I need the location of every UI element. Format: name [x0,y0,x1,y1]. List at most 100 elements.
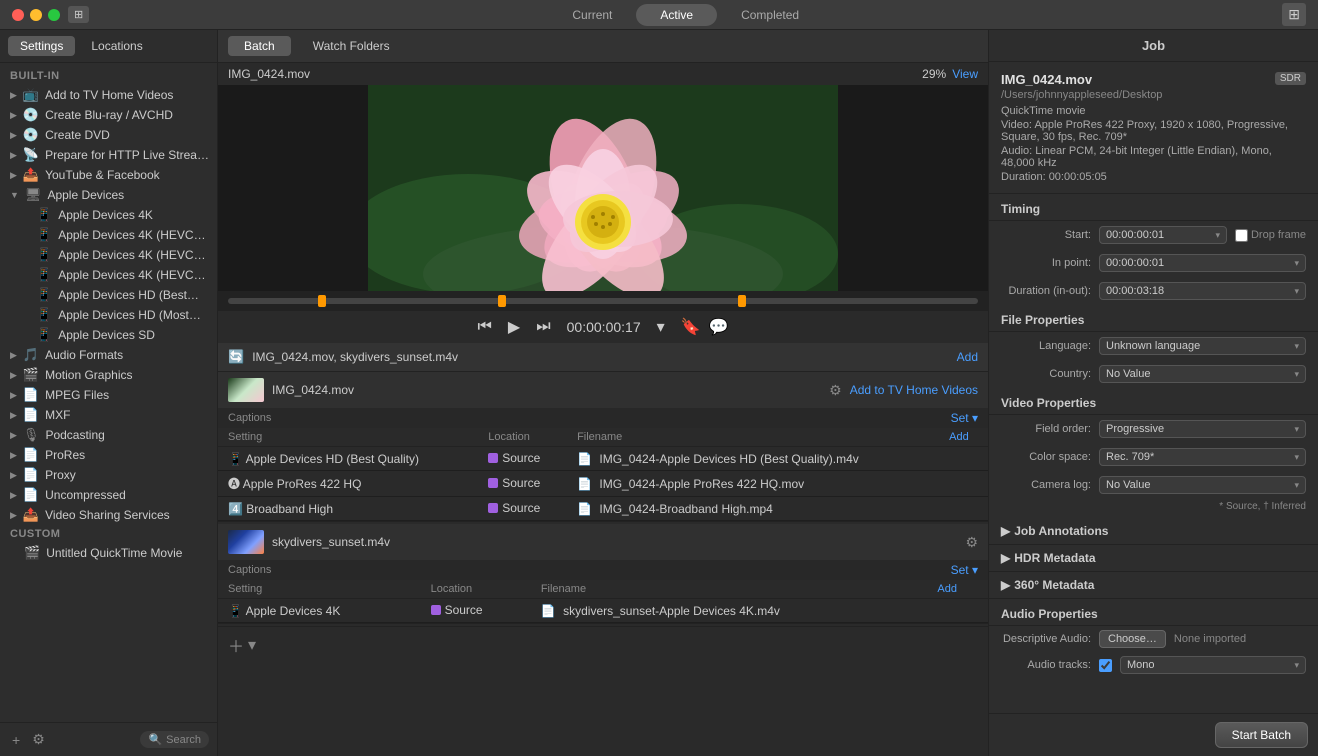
360-metadata-section[interactable]: ▶ 360° Metadata [989,572,1318,599]
sidebar-item-audio[interactable]: ▶ 🎵 Audio Formats [0,345,217,365]
col-add-1[interactable]: Add [939,428,988,447]
tab-batch[interactable]: Batch [228,36,291,56]
bookmark-button[interactable]: 🔖 [681,317,701,337]
sidebar-item-tv-home[interactable]: ▶ 📺 Add to TV Home Videos [0,85,217,105]
layout-button[interactable]: ⊞ [1282,3,1306,26]
language-select[interactable]: Unknown language ▾ [1099,337,1306,355]
add-to-batch-button[interactable]: Add [957,350,978,364]
f2row1-setting: 📱 Apple Devices 4K [218,599,421,623]
play-button[interactable]: ▶ [508,317,520,337]
broadband-icon: 4️⃣ [228,502,243,516]
close-button[interactable] [12,9,24,21]
go-to-start-button[interactable]: ⏮ [478,318,492,336]
camera-log-select[interactable]: No Value ▾ [1099,476,1306,494]
choose-button[interactable]: Choose… [1099,630,1166,648]
sidebar-item-sd[interactable]: 📱 Apple Devices SD [0,325,217,345]
job-annotations-section[interactable]: ▶ Job Annotations [989,518,1318,545]
sidebar-item-uncompressed[interactable]: ▶ 📄 Uncompressed [0,485,217,505]
add-file-button[interactable]: ＋ [228,633,244,657]
sidebar-tab-locations[interactable]: Locations [79,36,154,56]
sidebar-item-prores[interactable]: ▶ 📄 ProRes [0,445,217,465]
file-action-1[interactable]: Add to TV Home Videos [850,383,978,397]
sidebar-footer: + ⚙ 🔍 Search [0,722,217,756]
sidebar-item-4k-hevc2[interactable]: 📱 Apple Devices 4K (HEVC… [0,245,217,265]
sidebar-toggle-button[interactable]: ⊞ [68,6,89,23]
sidebar-item-mpeg[interactable]: ▶ 📄 MPEG Files [0,385,217,405]
row1-setting: 📱 Apple Devices HD (Best Quality) [218,447,478,471]
timing-duration-row: Duration (in-out): 00:00:03:18 ▾ [989,277,1318,305]
go-to-end-button[interactable]: ⏭ [536,318,550,336]
traffic-lights [12,9,60,21]
uncomp-icon: 📄 [23,487,39,503]
col-location-2: Location [421,580,531,599]
hdr-metadata-section[interactable]: ▶ HDR Metadata [989,545,1318,572]
timeline-track[interactable] [228,298,978,304]
sidebar-item-bluray[interactable]: ▶ 💿 Create Blu-ray / AVCHD [0,105,217,125]
sidebar-item-http[interactable]: ▶ 📡 Prepare for HTTP Live Strea… [0,145,217,165]
timeline-marker-start [318,295,326,307]
sidebar-item-4k-hevc1[interactable]: 📱 Apple Devices 4K (HEVC… [0,225,217,245]
drop-frame-checkbox[interactable] [1235,229,1248,242]
expand-icon: ▶ [1001,578,1010,592]
inpoint-value[interactable]: 00:00:00:01 ▾ [1099,254,1306,272]
file-settings-button-2[interactable]: ⚙ [965,534,978,551]
timecode-dropdown[interactable]: ▾ [657,317,665,337]
sidebar-item-video-sharing[interactable]: ▶ 📤 Video Sharing Services [0,505,217,525]
captions-set-button-2[interactable]: Set ▾ [951,563,978,577]
tab-active[interactable]: Active [636,4,717,26]
sidebar-item-proxy[interactable]: ▶ 📄 Proxy [0,465,217,485]
cam-arrow: ▾ [1294,480,1299,491]
gear-button[interactable]: ⚙ [28,729,49,750]
field-order-select[interactable]: Progressive ▾ [1099,420,1306,438]
sidebar-item-hd-most[interactable]: 📱 Apple Devices HD (Most… [0,305,217,325]
chat-button[interactable]: 💬 [709,317,729,337]
mpeg-icon: 📄 [23,387,39,403]
captions-header-2: Captions Set ▾ [218,560,988,580]
file-settings-button-1[interactable]: ⚙ [829,382,842,399]
sidebar-tab-settings[interactable]: Settings [8,36,75,56]
tab-current[interactable]: Current [548,4,636,26]
color-space-select[interactable]: Rec. 709* ▾ [1099,448,1306,466]
audio-tracks-select[interactable]: Mono ▾ [1120,656,1306,674]
duration-value[interactable]: 00:00:03:18 ▾ [1099,282,1306,300]
expand-arrow: ▶ [10,390,17,401]
col-add-2[interactable]: Add [927,580,988,599]
minimize-button[interactable] [30,9,42,21]
col-setting-1: Setting [218,428,478,447]
add-preset-button[interactable]: + [8,729,24,750]
sidebar-item-hd-best[interactable]: 📱 Apple Devices HD (Best… [0,285,217,305]
start-batch-button[interactable]: Start Batch [1215,722,1308,748]
timeline-bar[interactable] [218,291,988,311]
sidebar-item-apple-devices[interactable]: ▼ 🖥 Apple Devices [0,185,217,205]
expand-button[interactable]: ▾ [248,635,256,655]
tab-completed[interactable]: Completed [717,4,823,26]
country-row: Country: No Value ▾ [989,360,1318,388]
phone-icon: 📱 [36,227,52,243]
sidebar-item-4k-hevc3[interactable]: 📱 Apple Devices 4K (HEVC… [0,265,217,285]
audio-tracks-label: Audio tracks: [1001,659,1091,671]
timing-start-row: Start: 00:00:00:01 ▾ Drop frame [989,221,1318,249]
expand-arrow: ▼ [10,190,19,200]
sidebar-item-podcasting[interactable]: ▶ 🎙 Podcasting [0,425,217,445]
sidebar-item-mxf[interactable]: ▶ 📄 MXF [0,405,217,425]
search-box[interactable]: 🔍 Search [140,731,209,748]
audio-tracks-checkbox[interactable] [1099,659,1112,672]
job-path: /Users/johnnyappleseed/Desktop [1001,89,1306,101]
sidebar-item-custom-qt[interactable]: 🎬 Untitled QuickTime Movie [0,543,217,563]
color-arrow: ▾ [1294,452,1299,463]
sidebar-item-youtube[interactable]: ▶ 📤 YouTube & Facebook [0,165,217,185]
expand-arrow: ▶ [10,430,17,441]
start-value[interactable]: 00:00:00:01 ▾ [1099,226,1227,244]
sidebar-item-4k[interactable]: 📱 Apple Devices 4K [0,205,217,225]
captions-set-button-1[interactable]: Set ▾ [951,411,978,425]
sidebar-item-motion[interactable]: ▶ 🎬 Motion Graphics [0,365,217,385]
tab-watch-folders[interactable]: Watch Folders [297,36,406,56]
country-select[interactable]: No Value ▾ [1099,365,1306,383]
maximize-button[interactable] [48,9,60,21]
sidebar-item-dvd[interactable]: ▶ 💿 Create DVD [0,125,217,145]
file-name-2: skydivers_sunset.m4v [272,535,957,549]
sidebar-footer-controls: + ⚙ [8,729,49,750]
view-button[interactable]: View [952,67,978,81]
field-order-row: Field order: Progressive ▾ [989,415,1318,443]
titlebar-right: ⊞ [1282,3,1306,26]
